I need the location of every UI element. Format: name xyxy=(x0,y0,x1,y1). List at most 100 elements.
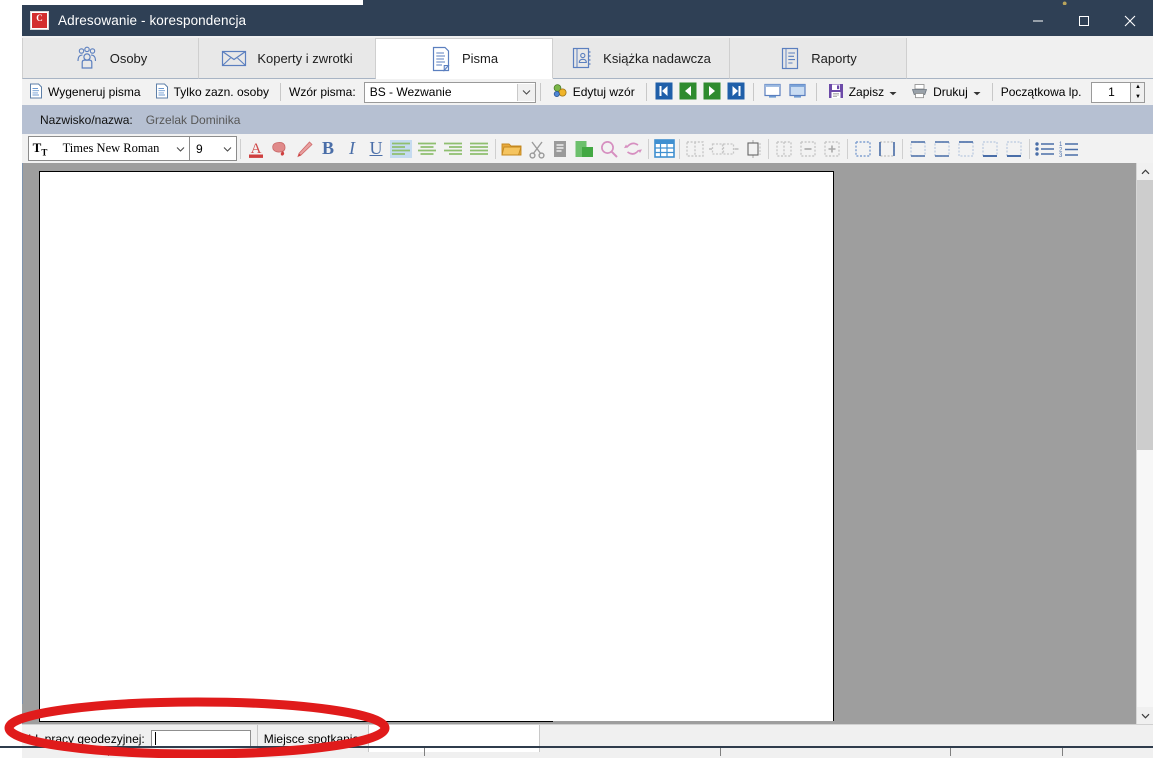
underline-icon[interactable]: U xyxy=(364,136,388,161)
cut-icon[interactable] xyxy=(525,136,549,161)
table-borders-none-icon[interactable] xyxy=(851,136,875,161)
border-bottom-icon[interactable] xyxy=(1002,136,1026,161)
font-style-icon: TT xyxy=(32,139,48,158)
align-right-icon[interactable] xyxy=(440,136,466,161)
align-center-icon[interactable] xyxy=(414,136,440,161)
toolbar-separator xyxy=(280,83,281,101)
start-number-input[interactable]: 1 xyxy=(1091,81,1132,103)
table-row-height-icon[interactable] xyxy=(741,136,765,161)
bullet-list-icon[interactable] xyxy=(1033,136,1057,161)
caret-down-icon[interactable] xyxy=(973,85,981,99)
format-painter-icon[interactable] xyxy=(292,136,316,161)
open-folder-icon[interactable] xyxy=(499,136,525,161)
insert-table-icon[interactable] xyxy=(652,136,676,161)
window-controls xyxy=(1015,5,1153,36)
tab-osoby[interactable]: Osoby xyxy=(22,38,199,79)
highlight-color-icon[interactable] xyxy=(268,136,292,161)
minimize-icon[interactable] xyxy=(1015,5,1061,36)
template-select[interactable]: BS - Wezwanie xyxy=(363,81,536,103)
format-separator xyxy=(240,138,241,159)
print-label: Drukuj xyxy=(933,85,968,99)
vertical-scrollbar[interactable] xyxy=(1136,163,1153,724)
record-name-row: Nazwisko/nazwa: Grzelak Dominika xyxy=(22,105,1153,135)
format-separator xyxy=(902,138,903,159)
nav-last-icon[interactable] xyxy=(727,82,745,103)
tab-label: Osoby xyxy=(109,50,148,66)
scroll-thumb[interactable] xyxy=(1137,180,1153,450)
view-double-page-icon[interactable] xyxy=(789,83,806,102)
font-family-select[interactable]: TT Times New Roman xyxy=(28,136,190,161)
copy-icon[interactable] xyxy=(549,136,573,161)
merge-cells-icon[interactable] xyxy=(772,136,796,161)
scrollbar-track[interactable] xyxy=(1137,180,1153,707)
view-single-page-icon[interactable] xyxy=(764,83,781,102)
scroll-up-icon[interactable] xyxy=(1137,163,1153,180)
tab-koperty-i-zwrotki[interactable]: Koperty i zwrotki xyxy=(199,38,376,79)
delete-row-icon[interactable] xyxy=(796,136,820,161)
chevron-down-icon[interactable] xyxy=(171,146,189,152)
print-button[interactable]: Drukuj xyxy=(904,80,988,104)
tab-pisma[interactable]: Pisma xyxy=(376,38,553,79)
start-number-stepper[interactable]: 1 ▲ ▼ xyxy=(1091,81,1146,103)
maximize-icon[interactable] xyxy=(1061,5,1107,36)
align-justify-icon[interactable] xyxy=(466,136,492,161)
align-left-icon[interactable] xyxy=(388,136,414,161)
main-tab-strip: Osoby Koperty i zwrotki Pisma Książka na… xyxy=(22,36,1153,80)
svg-text:3: 3 xyxy=(1059,153,1063,159)
tab-label: Raporty xyxy=(811,50,857,66)
format-separator xyxy=(648,138,649,159)
document-content[interactable] xyxy=(40,172,833,721)
replace-icon[interactable] xyxy=(621,136,645,161)
ruler-tick xyxy=(1062,748,1063,756)
font-size-select[interactable]: 9 xyxy=(190,136,237,161)
table-borders-all-icon[interactable] xyxy=(875,136,899,161)
bold-icon[interactable]: B xyxy=(316,136,340,161)
italic-icon[interactable]: I xyxy=(340,136,364,161)
toolbar-separator xyxy=(991,83,993,101)
nav-next-icon[interactable] xyxy=(703,82,721,103)
record-navigation-group xyxy=(651,82,749,103)
table-select-icon[interactable] xyxy=(683,136,707,161)
close-icon[interactable] xyxy=(1107,5,1153,36)
page-view-group xyxy=(758,83,812,102)
border-top-icon[interactable] xyxy=(978,136,1002,161)
border-outside-icon[interactable] xyxy=(930,136,954,161)
spinner-down-icon[interactable]: ▼ xyxy=(1131,92,1144,102)
scroll-down-icon[interactable] xyxy=(1137,707,1153,724)
tab-ksiazka-nadawcza[interactable]: Książka nadawcza xyxy=(553,38,730,79)
tab-strip-filler xyxy=(907,37,1153,79)
nav-prev-icon[interactable] xyxy=(679,82,697,103)
template-selected-value: BS - Wezwanie xyxy=(369,85,452,99)
job-id-input[interactable] xyxy=(150,729,251,748)
chevron-down-icon[interactable] xyxy=(516,83,535,101)
font-color-icon[interactable]: A xyxy=(244,136,268,161)
application-window: C Adresowanie - korespondencja Osoby Kop… xyxy=(22,5,1153,758)
tab-label: Książka nadawcza xyxy=(603,50,711,66)
document-page-icon xyxy=(29,83,43,102)
format-separator xyxy=(495,138,496,159)
document-canvas xyxy=(22,163,1153,724)
nav-first-icon[interactable] xyxy=(655,82,673,103)
insert-row-icon[interactable] xyxy=(820,136,844,161)
name-value: Grzelak Dominika xyxy=(145,112,241,127)
stepper-arrows[interactable]: ▲ ▼ xyxy=(1131,81,1146,103)
only-selected-persons-button[interactable]: Tylko zazn. osoby xyxy=(148,80,276,104)
tab-raporty[interactable]: Raporty xyxy=(730,38,907,79)
save-button[interactable]: Zapisz xyxy=(821,80,904,104)
format-separator xyxy=(847,138,848,159)
border-inside-icon[interactable] xyxy=(954,136,978,161)
ruler-tick xyxy=(424,748,425,756)
edit-template-button[interactable]: Edytuj wzór xyxy=(545,80,642,104)
save-label: Zapisz xyxy=(848,85,885,99)
document-page[interactable] xyxy=(39,171,834,722)
find-icon[interactable] xyxy=(597,136,621,161)
chevron-down-icon[interactable] xyxy=(218,146,236,152)
spinner-up-icon[interactable]: ▲ xyxy=(1131,83,1144,93)
paste-icon[interactable] xyxy=(573,136,597,161)
generate-letters-button[interactable]: Wygeneruj pisma xyxy=(22,80,148,104)
border-grid-icon[interactable] xyxy=(906,136,930,161)
table-column-width-icon[interactable] xyxy=(707,136,741,161)
numbered-list-icon[interactable]: 1 2 3 xyxy=(1057,136,1081,161)
font-family-value: Times New Roman xyxy=(62,141,160,155)
caret-down-icon[interactable] xyxy=(889,85,897,99)
